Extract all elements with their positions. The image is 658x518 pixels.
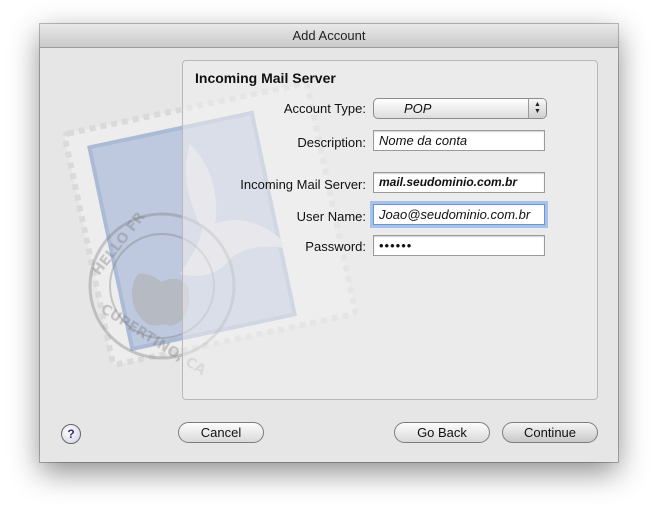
incoming-server-field[interactable]: mail.seudominio.com.br: [373, 172, 545, 193]
cancel-button[interactable]: Cancel: [178, 422, 264, 443]
incoming-server-label: Incoming Mail Server:: [240, 177, 366, 192]
password-field[interactable]: ••••••: [373, 235, 545, 256]
add-account-window: Add Account HELLO FR CUPERTINO, CA Incom…: [40, 24, 618, 462]
go-back-button[interactable]: Go Back: [394, 422, 490, 443]
section-title: Incoming Mail Server: [195, 70, 336, 86]
account-type-label: Account Type:: [283, 101, 366, 116]
help-icon[interactable]: ?: [61, 424, 81, 444]
updown-arrows-icon: ▲ ▼: [528, 99, 546, 118]
description-label: Description:: [297, 135, 366, 150]
account-type-value: POP: [404, 101, 432, 116]
account-type-popup[interactable]: POP ▲ ▼: [373, 98, 547, 119]
user-name-field[interactable]: Joao@seudominio.com.br: [373, 204, 545, 225]
user-name-label: User Name:: [296, 209, 366, 224]
password-label: Password:: [305, 239, 366, 254]
description-field[interactable]: Nome da conta: [373, 130, 545, 151]
continue-button[interactable]: Continue: [502, 422, 598, 443]
